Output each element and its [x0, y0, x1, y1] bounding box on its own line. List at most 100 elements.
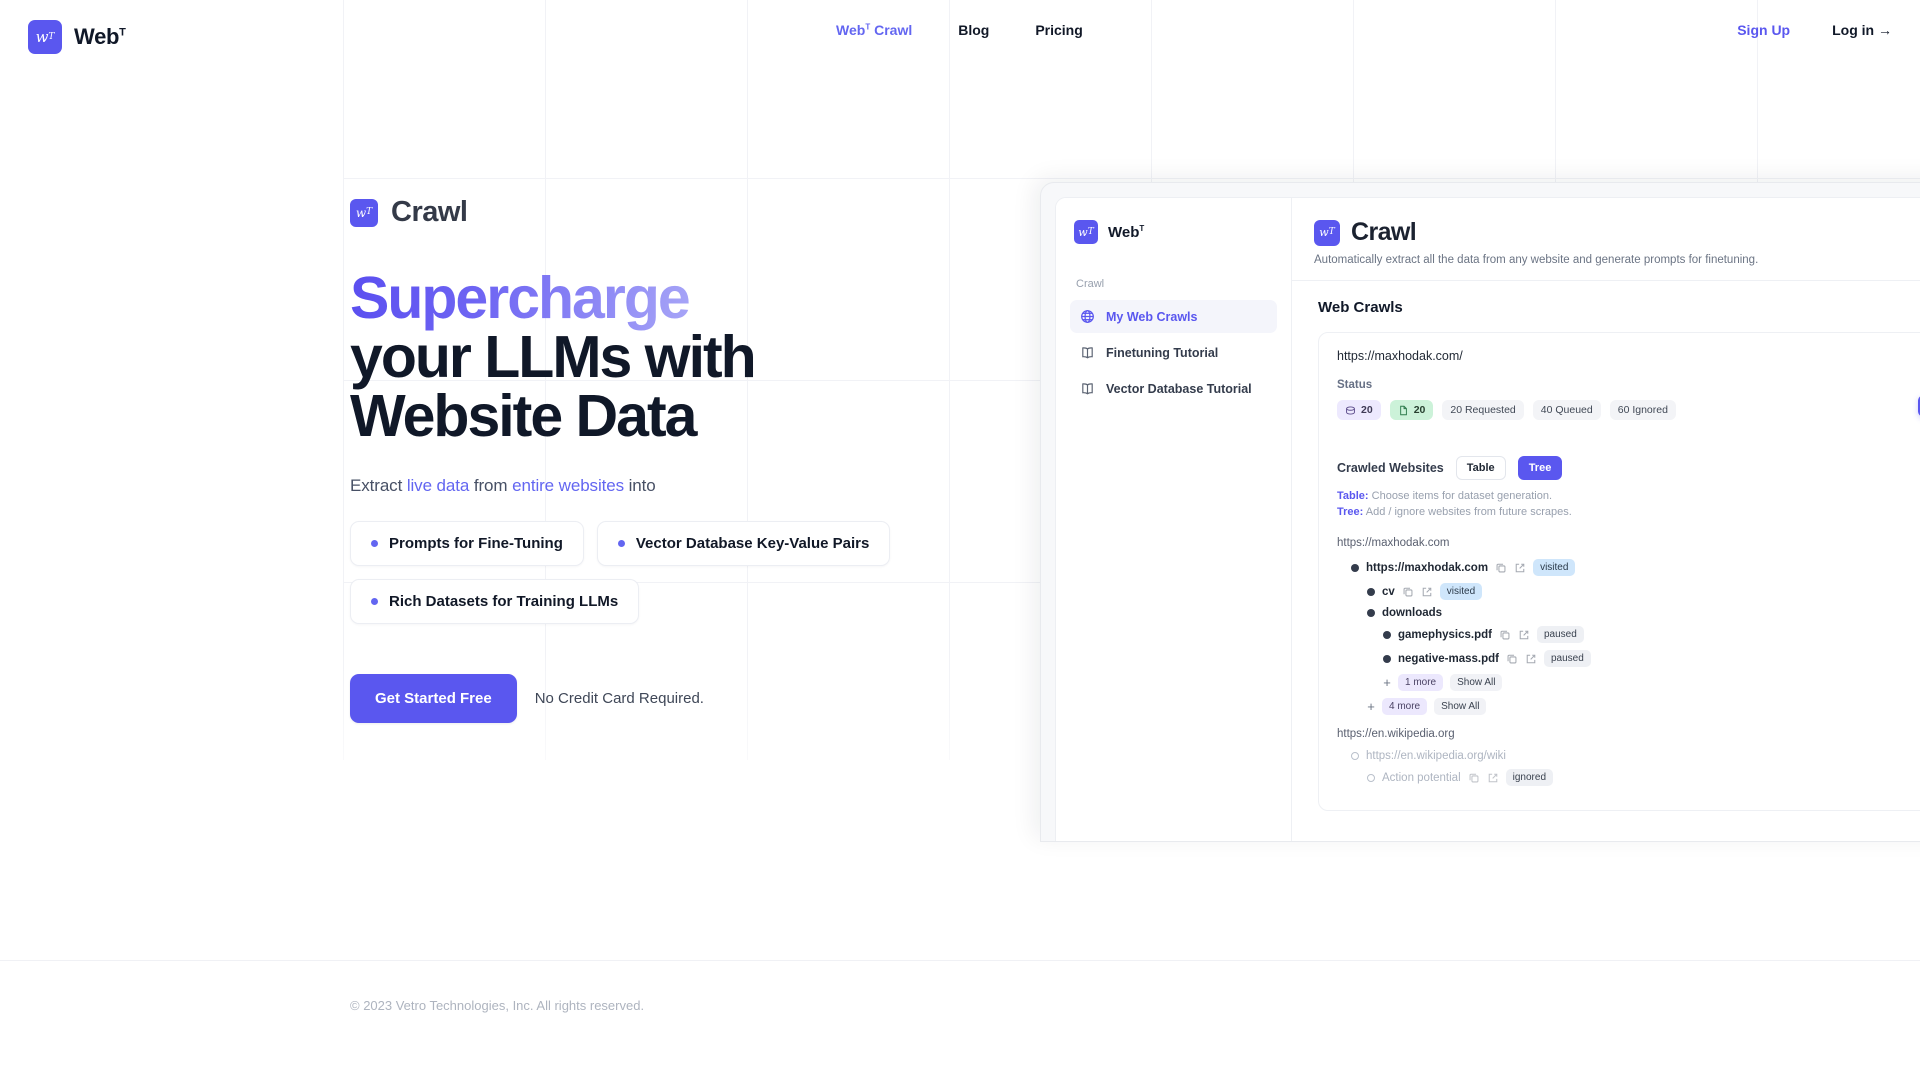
- legend-line-tree: Tree: Add / ignore websites from future …: [1337, 505, 1920, 521]
- tree-item[interactable]: cv visited: [1337, 580, 1920, 604]
- tree-item-label: cv: [1382, 585, 1395, 598]
- crawl-card-url: https://maxhodak.com/: [1337, 349, 1463, 363]
- sidebar-item-label: Finetuning Tutorial: [1106, 345, 1219, 360]
- copy-icon[interactable]: [1499, 629, 1511, 641]
- tree-bullet-icon: [1383, 654, 1391, 663]
- nav-link-webt-crawl-suffix: Crawl: [870, 22, 913, 38]
- feature-pill-datasets[interactable]: Rich Datasets for Training LLMs: [350, 579, 640, 624]
- feature-pill-prompts[interactable]: Prompts for Fine-Tuning: [350, 521, 584, 566]
- crawl-tree: https://maxhodak.com https://maxhodak.co…: [1337, 537, 1920, 790]
- brand-name-sup: T: [119, 26, 126, 39]
- logo-mark-icon: wT: [28, 20, 62, 54]
- crawled-websites-legend: Table: Choose items for dataset generati…: [1337, 489, 1920, 521]
- copy-icon[interactable]: [1506, 653, 1518, 665]
- status-badge-queued[interactable]: 40 Queued: [1532, 400, 1601, 420]
- logo-mark-letter: w: [35, 27, 49, 46]
- app-main-logo-sup: T: [1328, 227, 1335, 237]
- external-link-icon[interactable]: [1514, 562, 1526, 574]
- footer-copyright: © 2023 Vetro Technologies, Inc. All righ…: [350, 998, 645, 1013]
- tree-item-status-tag: visited: [1533, 559, 1576, 577]
- hero-subtitle-prefix: Extract: [350, 476, 407, 495]
- log-in-link[interactable]: Log in →: [1832, 22, 1892, 38]
- brand-name: WebT: [74, 24, 126, 50]
- tree-root-label: https://en.wikipedia.org: [1337, 727, 1455, 740]
- file-icon: [1398, 405, 1409, 416]
- tree-expand-row[interactable]: + 4 more Show All: [1337, 695, 1920, 719]
- app-window-shell: wT WebT Crawl My Web Crawls Finetuning T…: [1040, 182, 1920, 842]
- tree-item[interactable]: downloads: [1337, 604, 1920, 623]
- tree-item-label: https://maxhodak.com: [1366, 561, 1489, 574]
- app-sidebar-brand[interactable]: wT WebT: [1070, 216, 1277, 244]
- sidebar-item-my-web-crawls[interactable]: My Web Crawls: [1070, 300, 1277, 333]
- status-badge-requested[interactable]: 20 Requested: [1442, 400, 1524, 420]
- tab-tree[interactable]: Tree: [1517, 456, 1563, 480]
- feature-pill-vector-db[interactable]: Vector Database Key-Value Pairs: [596, 521, 891, 566]
- get-started-free-button[interactable]: Get Started Free: [350, 674, 517, 723]
- app-sidebar-brand-sup: T: [1139, 223, 1145, 233]
- hero-section: wT Crawl Supercharge your LLMs with Webs…: [350, 196, 1050, 723]
- tree-item-label: Action potential: [1382, 771, 1461, 784]
- headline-line-3: Website Data: [350, 383, 697, 449]
- tree-item[interactable]: https://en.wikipedia.org/wiki: [1337, 747, 1920, 766]
- page-title: Supercharge your LLMs with Website Data: [350, 269, 1050, 446]
- external-link-icon[interactable]: [1487, 772, 1499, 784]
- database-icon: [1345, 405, 1356, 416]
- sidebar-item-finetuning-tutorial[interactable]: Finetuning Tutorial: [1070, 336, 1277, 369]
- app-main-title-row: wT Crawl: [1314, 218, 1920, 247]
- app-main-logo-mark-icon: wT: [1314, 219, 1340, 246]
- hero-logo-sup: T: [366, 207, 373, 217]
- tree-item[interactable]: gamephysics.pdf paused: [1337, 623, 1920, 647]
- tree-item-status-tag: ignored: [1505, 769, 1553, 787]
- bullet-dot-icon: [371, 540, 378, 547]
- hero-logo-mark-icon: wT: [350, 198, 378, 227]
- top-navigation: wT WebT WebT Crawl Blog Pricing Sign Up …: [0, 0, 1920, 80]
- tree-show-all-button[interactable]: Show All: [1434, 698, 1487, 716]
- sidebar-item-label: Vector Database Tutorial: [1106, 381, 1252, 396]
- tab-table[interactable]: Table: [1455, 456, 1506, 480]
- nav-link-webt-crawl[interactable]: WebT Crawl: [836, 22, 912, 38]
- status-badge-ignored[interactable]: 60 Ignored: [1609, 400, 1676, 420]
- app-sidebar-brand-text: Web: [1108, 223, 1140, 241]
- logo-mark-sup: T: [48, 31, 55, 42]
- copy-icon[interactable]: [1495, 562, 1507, 574]
- tree-more-count[interactable]: 4 more: [1382, 698, 1428, 716]
- hero-cta-row: Get Started Free No Credit Card Required…: [350, 674, 1050, 723]
- nav-link-pricing[interactable]: Pricing: [1035, 22, 1082, 38]
- legend-table-text: Choose items for dataset generation.: [1368, 490, 1553, 502]
- page-root: wT WebT WebT Crawl Blog Pricing Sign Up …: [0, 0, 1920, 1080]
- app-logo-sup: T: [1087, 226, 1094, 237]
- status-badge-datasets[interactable]: 20: [1337, 400, 1381, 420]
- status-badge-value: 20: [1361, 404, 1373, 416]
- tree-item[interactable]: Action potential ignored: [1337, 766, 1920, 790]
- external-link-icon[interactable]: [1421, 586, 1433, 598]
- status-badge-files[interactable]: 20: [1389, 400, 1434, 420]
- nav-link-blog[interactable]: Blog: [958, 22, 989, 38]
- tree-bullet-icon: [1367, 609, 1375, 618]
- hero-subtitle-highlight-2: entire websites: [512, 476, 624, 495]
- nav-account-actions: Sign Up Log in →: [1737, 22, 1892, 38]
- sign-up-link[interactable]: Sign Up: [1737, 22, 1790, 38]
- hero-subtitle-middle: from: [469, 476, 513, 495]
- tree-item-status-tag: paused: [1536, 626, 1584, 644]
- web-crawls-panel-title: Web Crawls: [1318, 299, 1403, 316]
- brand-logo[interactable]: wT WebT: [28, 20, 126, 54]
- headline-accent-word: Supercharge: [350, 265, 691, 331]
- copy-icon[interactable]: [1402, 586, 1414, 598]
- external-link-icon[interactable]: [1518, 629, 1530, 641]
- feature-pill-label: Prompts for Fine-Tuning: [389, 535, 563, 552]
- tree-item[interactable]: https://maxhodak.com visited: [1337, 556, 1920, 580]
- sidebar-item-vector-database-tutorial[interactable]: Vector Database Tutorial: [1070, 372, 1277, 405]
- copy-icon[interactable]: [1468, 772, 1480, 784]
- tree-expand-row[interactable]: + 1 more Show All: [1337, 671, 1920, 695]
- tree-item-status-tag: visited: [1439, 583, 1483, 601]
- external-link-icon[interactable]: [1525, 653, 1537, 665]
- book-icon: [1080, 345, 1095, 360]
- crawl-status-badges: 20 20 20 Requested 40 Queued 60 Ignored: [1337, 400, 1920, 420]
- tree-show-all-button[interactable]: Show All: [1450, 674, 1503, 692]
- plus-icon: +: [1367, 699, 1375, 715]
- tree-item-label: https://en.wikipedia.org/wiki: [1366, 750, 1506, 763]
- tree-more-count[interactable]: 1 more: [1398, 674, 1444, 692]
- tree-item[interactable]: negative-mass.pdf paused: [1337, 647, 1920, 671]
- app-sidebar-section-label: Crawl: [1076, 278, 1105, 290]
- app-preview-window: wT WebT Crawl My Web Crawls Finetuning T…: [1040, 182, 1920, 842]
